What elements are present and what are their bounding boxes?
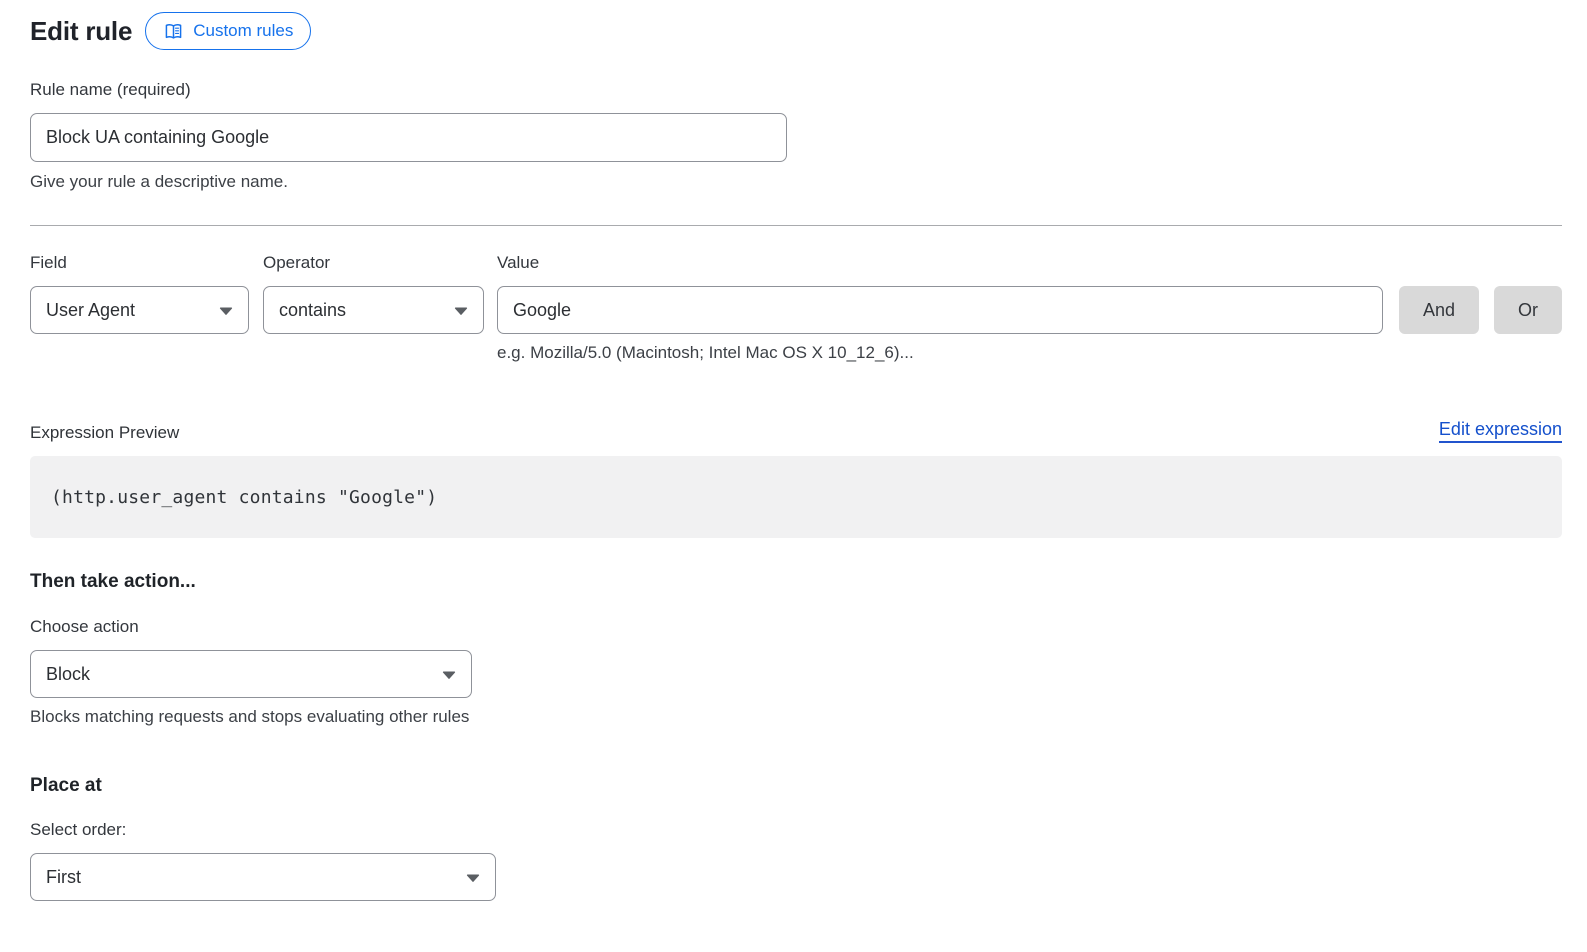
or-button[interactable]: Or xyxy=(1494,286,1562,334)
chevron-down-icon xyxy=(466,867,480,888)
select-order-label: Select order: xyxy=(30,820,1562,840)
section-divider xyxy=(30,225,1562,226)
book-icon xyxy=(163,21,184,42)
field-column: Field User Agent xyxy=(30,253,249,334)
page-header: Edit rule Custom rules xyxy=(30,12,1562,50)
field-select-value: User Agent xyxy=(46,300,135,321)
value-input[interactable] xyxy=(497,286,1383,334)
and-button[interactable]: And xyxy=(1399,286,1479,334)
field-label: Field xyxy=(30,253,249,273)
expression-builder-row: Field User Agent Operator contains Value… xyxy=(30,253,1562,363)
edit-rule-page: Edit rule Custom rules Rule name (requir… xyxy=(0,0,1587,901)
expression-preview-header: Expression Preview Edit expression xyxy=(30,419,1562,443)
expression-preview-label: Expression Preview xyxy=(30,423,179,443)
place-at-heading: Place at xyxy=(30,775,1562,797)
field-select[interactable]: User Agent xyxy=(30,286,249,334)
operator-select[interactable]: contains xyxy=(263,286,484,334)
action-heading: Then take action... xyxy=(30,571,1562,593)
conjunction-buttons: And Or xyxy=(1399,253,1562,334)
action-section: Then take action... Choose action Block … xyxy=(30,571,1562,727)
chevron-down-icon xyxy=(219,300,233,321)
value-column: Value e.g. Mozilla/5.0 (Macintosh; Intel… xyxy=(497,253,1383,363)
chevron-down-icon xyxy=(454,300,468,321)
edit-expression-link[interactable]: Edit expression xyxy=(1439,419,1562,443)
rule-name-input[interactable] xyxy=(30,113,787,162)
rule-name-label: Rule name (required) xyxy=(30,80,1562,100)
order-select-value: First xyxy=(46,867,81,888)
placement-section: Place at Select order: First xyxy=(30,775,1562,901)
value-label: Value xyxy=(497,253,1383,273)
custom-rules-button[interactable]: Custom rules xyxy=(145,12,311,50)
custom-rules-button-label: Custom rules xyxy=(193,21,293,41)
chevron-down-icon xyxy=(442,664,456,685)
operator-label: Operator xyxy=(263,253,484,273)
order-select[interactable]: First xyxy=(30,853,496,901)
action-helper: Blocks matching requests and stops evalu… xyxy=(30,707,1562,727)
operator-select-value: contains xyxy=(279,300,346,321)
page-title: Edit rule xyxy=(30,16,132,47)
action-select-value: Block xyxy=(46,664,90,685)
action-select[interactable]: Block xyxy=(30,650,472,698)
rule-name-section: Rule name (required) Give your rule a de… xyxy=(30,80,1562,192)
choose-action-label: Choose action xyxy=(30,617,1562,637)
expression-code: (http.user_agent contains "Google") xyxy=(51,487,437,508)
operator-column: Operator contains xyxy=(263,253,484,334)
expression-preview-box: (http.user_agent contains "Google") xyxy=(30,456,1562,538)
value-helper: e.g. Mozilla/5.0 (Macintosh; Intel Mac O… xyxy=(497,343,1383,363)
rule-name-helper: Give your rule a descriptive name. xyxy=(30,172,1562,192)
